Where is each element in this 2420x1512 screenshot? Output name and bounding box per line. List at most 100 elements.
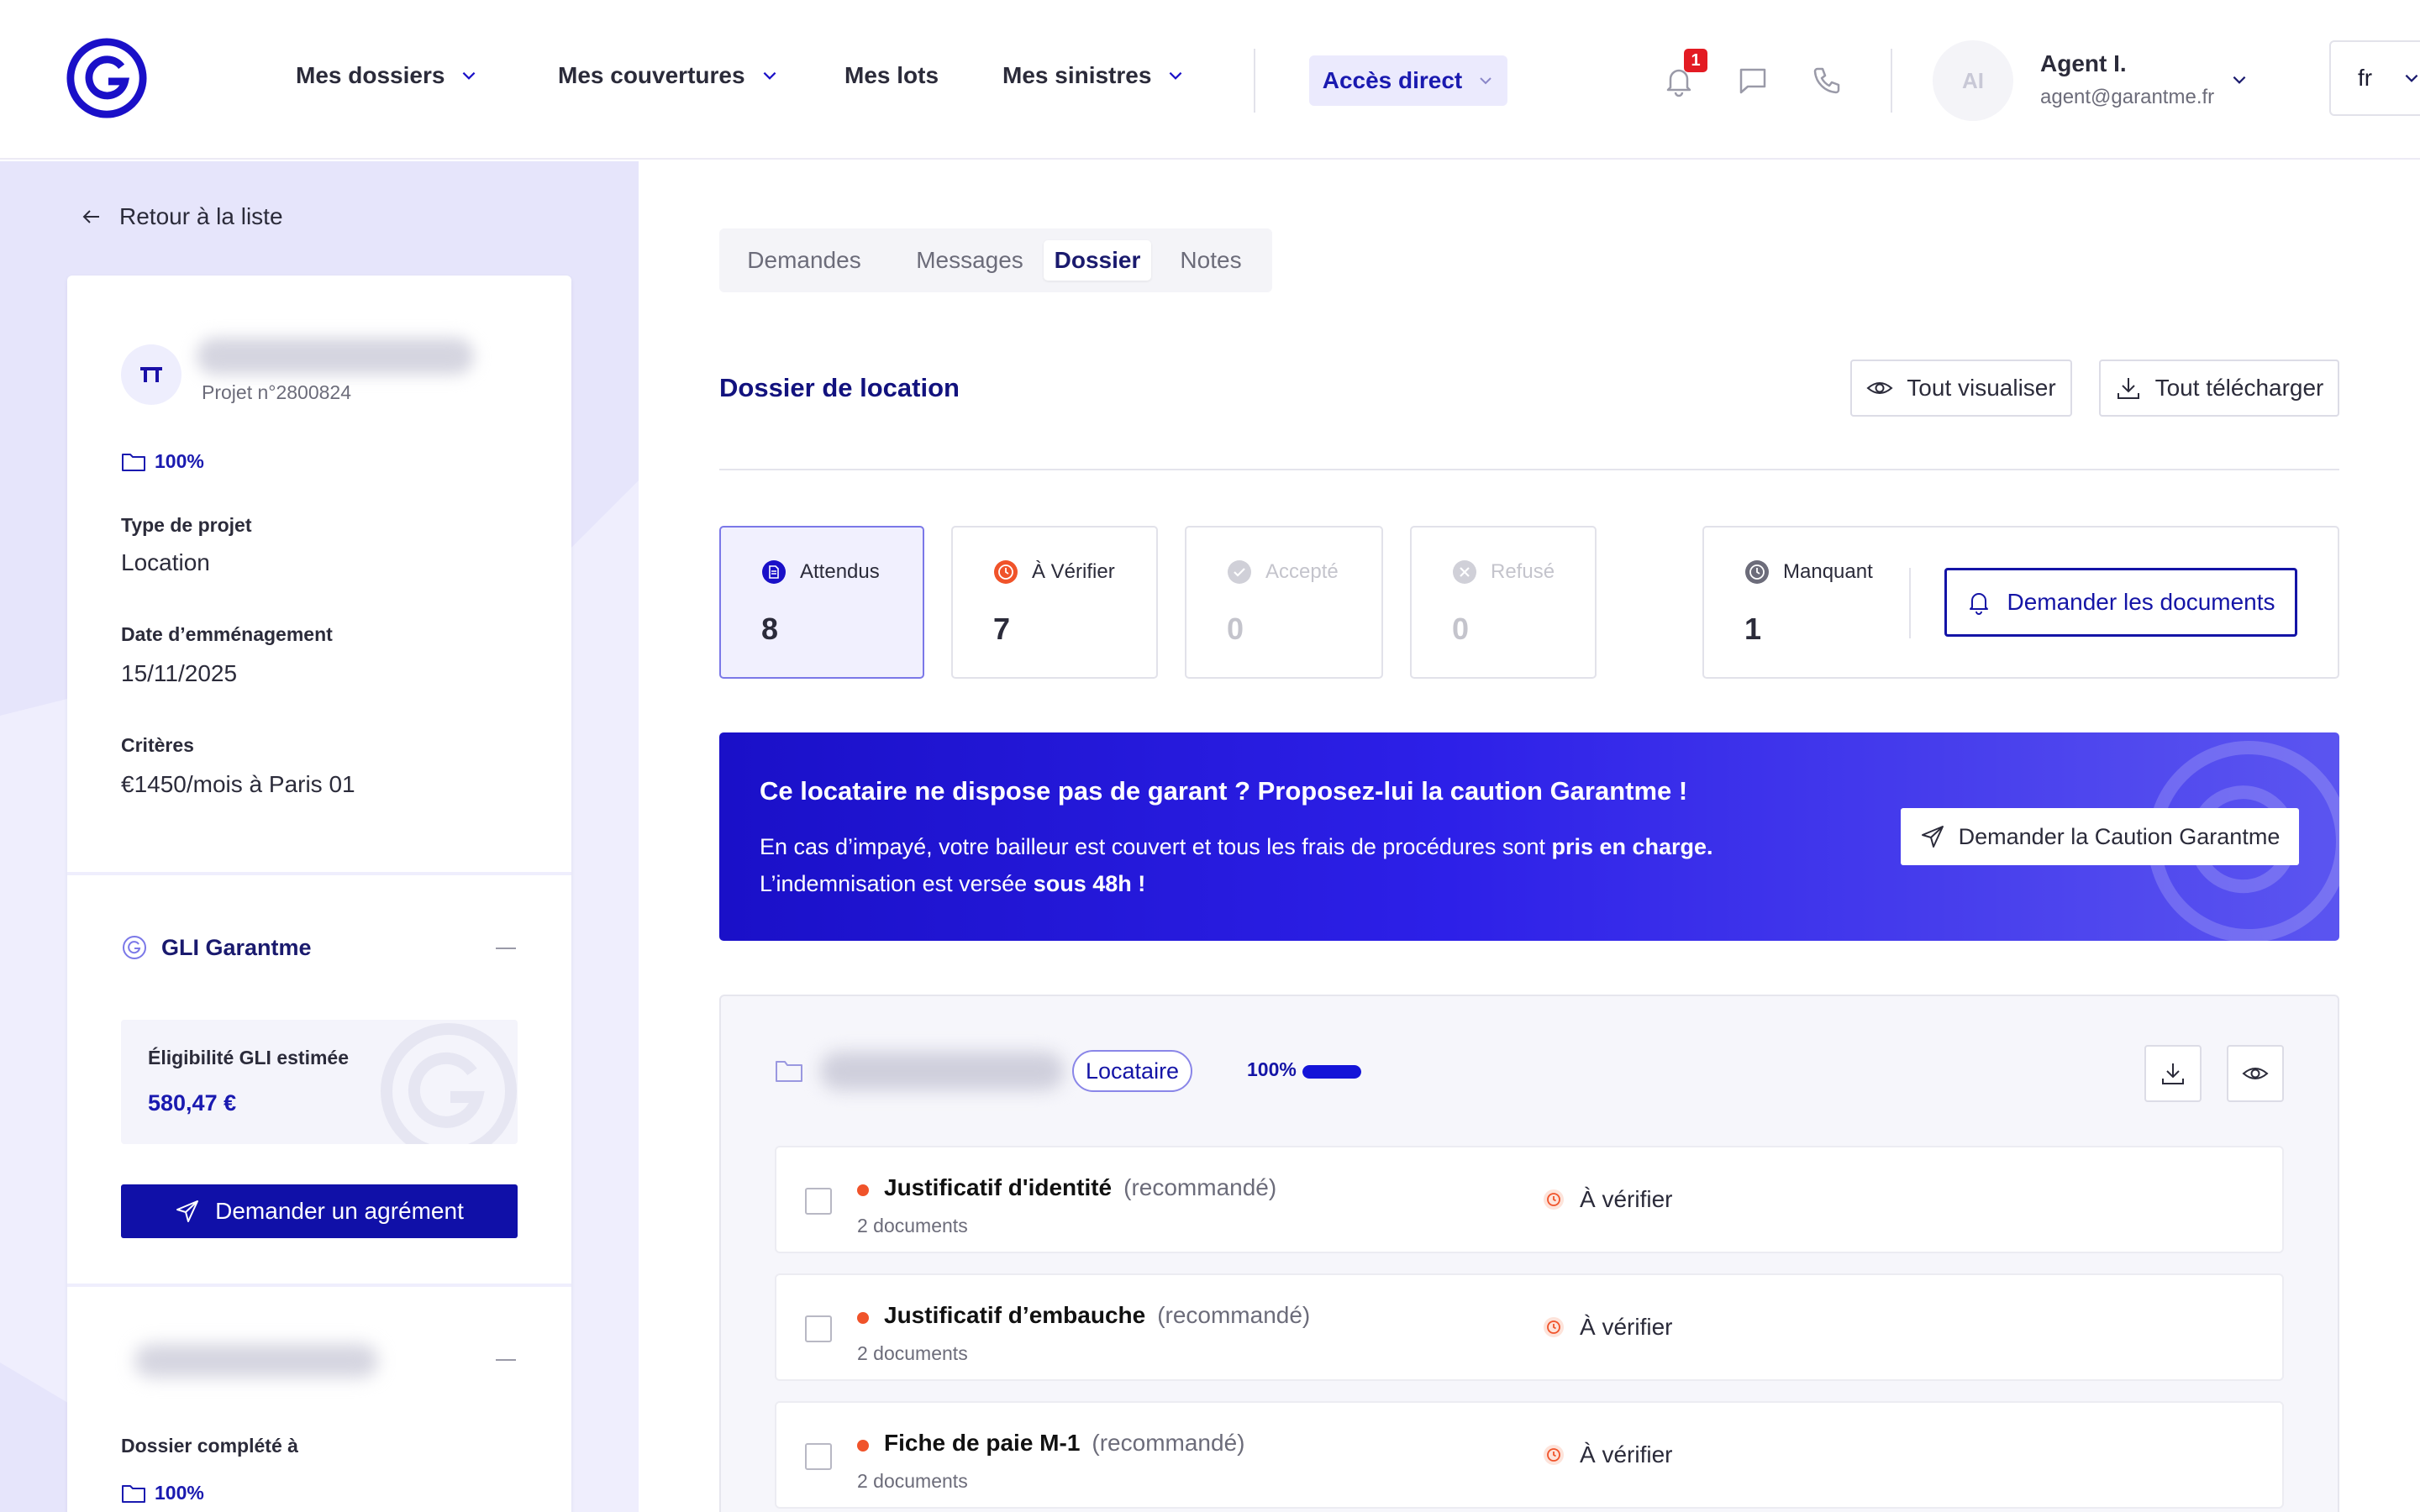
redacted-section-title [134,1344,378,1378]
chevron-down-icon [763,71,776,80]
stat-accepte[interactable]: Accepté 0 [1185,526,1383,679]
completion-indicator: 100% [121,450,204,473]
request-caution-button[interactable]: Demander la Caution Garantme [1901,808,2299,865]
language-select[interactable]: fr [2329,40,2420,116]
stat-attendus[interactable]: Attendus 8 [719,526,924,679]
phone-icon[interactable] [1810,64,1844,97]
banner-text: En cas d’impayé, votre bailleur est couv… [760,834,1713,896]
divider [67,872,571,875]
caution-promo-banner: Ce locataire ne dispose pas de garant ? … [719,732,2339,941]
tab-bar: Demandes Messages Dossier Notes [719,228,1272,292]
document-row[interactable]: Justificatif d’embauche (recommandé) 2 do… [775,1273,2284,1381]
view-tenant-docs-button[interactable] [2227,1045,2284,1102]
document-tag: (recommandé) [1123,1174,1277,1200]
row-checkbox[interactable] [805,1315,832,1342]
folder-icon [122,1484,145,1503]
field-label: Critères [121,734,194,756]
completion-progress-bar [1302,1065,1361,1079]
garantme-logo[interactable] [66,37,148,119]
user-email: agent@garantme.fr [2040,86,2215,108]
back-to-list-link[interactable]: Retour à la liste [81,203,283,230]
nav-divider [1254,49,1255,113]
project-number: Projet n°2800824 [202,381,352,403]
status-dot [857,1184,869,1196]
document-icon [762,560,786,584]
stat-refuse[interactable]: Refusé 0 [1410,526,1597,679]
send-icon [176,1200,199,1222]
document-status: À vérifier [1543,1186,1672,1213]
chevron-down-icon [463,71,476,80]
document-row[interactable]: Justificatif d'identité (recommandé) 2 do… [775,1146,2284,1253]
download-icon [2117,378,2139,399]
document-title: Fiche de paie M-1 [884,1430,1081,1456]
document-tag: (recommandé) [1157,1302,1311,1328]
clock-icon [994,560,1018,584]
download-icon [2162,1063,2184,1084]
eye-icon [2242,1068,2269,1079]
document-tag: (recommandé) [1092,1430,1245,1456]
divider [719,469,2339,470]
folder-icon [776,1061,802,1082]
tab-messages[interactable]: Messages [897,240,1042,281]
header-divider [1891,49,1892,113]
row-checkbox[interactable] [805,1443,832,1470]
avatar[interactable]: AI [1933,40,2013,121]
document-title: Justificatif d’embauche [884,1302,1146,1328]
divider [1909,568,1911,638]
nav-mes-lots[interactable]: Mes lots [844,62,939,89]
role-badge: Locataire [1072,1050,1193,1092]
gli-eligibility-box: Éligibilité GLI estimée 580,47 € [121,1020,518,1144]
download-tenant-docs-button[interactable] [2144,1045,2202,1102]
download-all-button[interactable]: Tout télécharger [2099,360,2339,417]
clock-icon [1745,560,1769,584]
nav-mes-couvertures[interactable]: Mes couvertures [558,62,779,89]
divider [67,1284,571,1287]
collapse-icon[interactable] [496,948,516,949]
folder-icon [122,453,145,471]
chevron-down-icon [1170,71,1182,80]
chat-icon[interactable] [1736,64,1770,97]
view-all-button[interactable]: Tout visualiser [1850,360,2072,417]
top-header: Mes dossiers Mes couvertures Mes lots Me… [0,0,2420,160]
eligibility-label: Éligibilité GLI estimée [148,1047,350,1068]
acces-direct-dropdown[interactable]: Accès direct [1309,55,1507,106]
document-count: 2 documents [857,1342,968,1364]
document-status: À vérifier [1543,1441,1672,1468]
project-card: Projet n°2800824 100% Type de projet Loc… [67,276,571,1512]
row-checkbox[interactable] [805,1188,832,1215]
banner-title: Ce locataire ne dispose pas de garant ? … [760,776,1688,806]
building-icon [140,367,162,382]
nav-mes-sinistres[interactable]: Mes sinistres [1002,62,1185,89]
request-documents-button[interactable]: Demander les documents [1944,568,2297,637]
field-value: Location [121,549,210,575]
document-status: À vérifier [1543,1314,1672,1341]
send-icon [1921,826,1944,848]
completed-label: Dossier complété à [121,1435,298,1457]
gli-section-title[interactable]: GLI Garantme [121,934,312,961]
arrow-left-icon [82,210,99,223]
chevron-down-icon [1480,77,1491,85]
collapse-icon[interactable] [496,1359,516,1361]
document-row[interactable]: Fiche de paie M-1 (recommandé) 2 document… [775,1401,2284,1509]
tab-dossier[interactable]: Dossier [1044,240,1151,281]
user-name[interactable]: Agent I. [2040,50,2127,77]
nav-mes-dossiers[interactable]: Mes dossiers [296,62,478,89]
document-count: 2 documents [857,1215,968,1236]
page-title: Dossier de location [719,373,960,402]
eye-icon [1866,382,1893,394]
progress-fill [1302,1065,1361,1079]
notification-badge: 1 [1684,49,1707,72]
clock-icon [1544,1445,1564,1465]
chevron-down-icon[interactable] [2230,71,2249,89]
tab-notes[interactable]: Notes [1165,240,1257,281]
completion-indicator: 100% [121,1482,204,1504]
tenant-documents-panel: Locataire 100% Justificatif d'identité (r… [719,995,2339,1512]
tab-demandes[interactable]: Demandes [733,240,876,281]
garantme-icon [123,936,146,959]
check-circle-icon [1228,560,1251,584]
chevron-down-icon [2405,74,2418,82]
document-title: Justificatif d'identité [884,1174,1113,1200]
completion-percent: 100% [1247,1058,1297,1080]
request-agreement-button[interactable]: Demander un agrément [121,1184,518,1238]
stat-a-verifier[interactable]: À Vérifier 7 [951,526,1158,679]
